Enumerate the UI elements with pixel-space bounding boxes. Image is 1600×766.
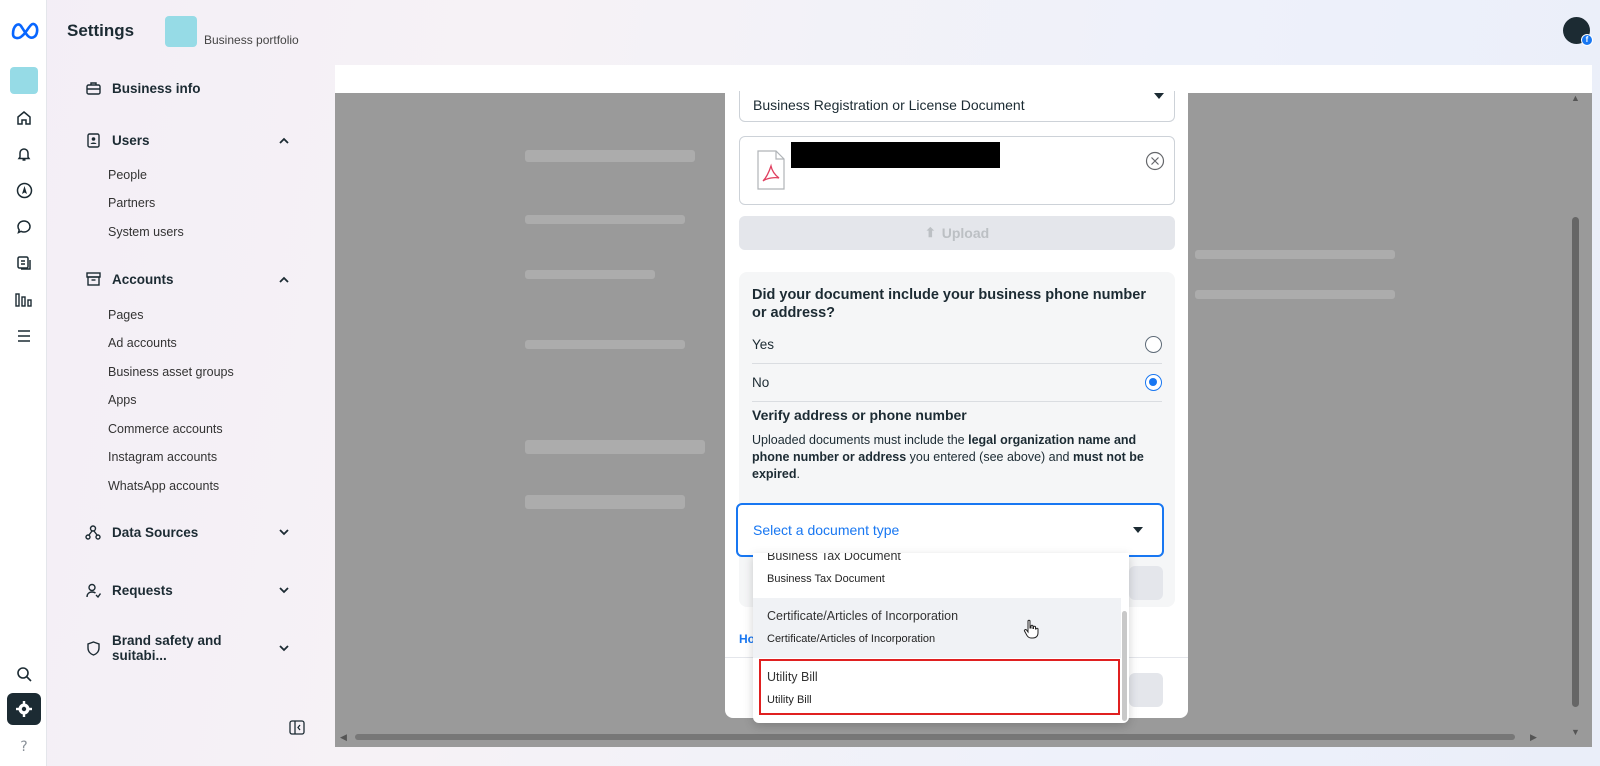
option-yes[interactable]: Yes [752, 326, 1162, 362]
chevron-up-icon [276, 271, 292, 287]
nav-accounts[interactable]: Accounts [80, 267, 308, 291]
background-content [525, 495, 685, 509]
scroll-down-icon[interactable]: ▼ [1571, 727, 1580, 737]
facebook-badge-icon: f [1581, 34, 1593, 46]
redacted-filename [791, 142, 1000, 168]
footer-submit-button[interactable] [1129, 673, 1163, 707]
insights-icon[interactable] [14, 290, 34, 310]
pages-icon[interactable] [14, 253, 34, 273]
divider [752, 401, 1162, 402]
shield-icon [84, 639, 102, 657]
chevron-up-icon [276, 132, 292, 148]
verify-heading: Verify address or phone number [752, 407, 967, 423]
portfolio-switcher[interactable] [10, 67, 38, 94]
bell-icon[interactable] [14, 144, 34, 164]
nav-partners[interactable]: Partners [108, 196, 155, 210]
left-rail: ? [0, 0, 47, 766]
hidden-next-button[interactable] [1129, 566, 1163, 600]
background-content [1195, 250, 1395, 259]
vertical-scrollbar[interactable]: ▲ ▼ [1570, 93, 1580, 737]
nav-pages[interactable]: Pages [108, 308, 143, 322]
background-content [525, 340, 685, 349]
person-request-icon [84, 581, 102, 599]
horizontal-scroll-thumb[interactable] [355, 734, 1515, 740]
chat-icon[interactable] [14, 217, 34, 237]
upload-icon: ⬆ [924, 225, 936, 240]
background-content [1195, 290, 1395, 299]
nav-people[interactable]: People [108, 168, 147, 182]
svg-text:?: ? [20, 739, 27, 754]
nav-business-asset-groups[interactable]: Business asset groups [108, 365, 234, 379]
background-content [525, 270, 655, 279]
nav-users[interactable]: Users [80, 128, 308, 152]
utility-bill-highlight [759, 659, 1120, 715]
nav-requests[interactable]: Requests [80, 578, 308, 602]
option-business-tax-document[interactable]: Business Tax Document Business Tax Docum… [753, 553, 1121, 591]
caret-down-icon [1133, 527, 1143, 533]
portfolio-avatar[interactable] [165, 16, 197, 47]
nav-brand-safety[interactable]: Brand safety and suitabi... [80, 633, 308, 663]
uploaded-file-card [739, 136, 1175, 205]
nav-data-sources[interactable]: Data Sources [80, 520, 308, 544]
option-certificate-articles[interactable]: Certificate/Articles of Incorporation Ce… [753, 598, 1121, 658]
archive-icon [84, 270, 102, 288]
nav-business-info[interactable]: Business info [80, 76, 308, 100]
chevron-down-icon [276, 640, 292, 656]
gear-icon [16, 701, 32, 717]
question-text: Did your document include your business … [752, 287, 1146, 321]
pdf-file-icon [757, 150, 785, 190]
home-icon[interactable] [14, 108, 34, 128]
radio-yes[interactable] [1145, 335, 1162, 353]
radio-no[interactable] [1145, 373, 1162, 391]
scroll-up-icon[interactable]: ▲ [1571, 93, 1580, 103]
navigation-icon[interactable] [14, 180, 34, 200]
nav-instagram-accounts[interactable]: Instagram accounts [108, 450, 217, 464]
content-topbar [335, 65, 1592, 93]
nav-system-users[interactable]: System users [108, 225, 184, 239]
data-sources-icon [84, 523, 102, 541]
nav-commerce-accounts[interactable]: Commerce accounts [108, 422, 223, 436]
nav-apps[interactable]: Apps [108, 393, 137, 407]
chevron-down-icon [276, 582, 292, 598]
dropdown-scrollbar[interactable] [1122, 611, 1127, 721]
document-type-dropdown[interactable]: Select a document type [736, 503, 1164, 557]
help-icon[interactable]: ? [14, 736, 34, 756]
profile-avatar[interactable]: f [1563, 17, 1593, 46]
scroll-right-icon[interactable]: ▶ [1530, 732, 1537, 743]
portfolio-label[interactable]: Business portfolio [204, 33, 299, 47]
id-badge-icon [84, 131, 102, 149]
page-title: Settings [67, 21, 135, 40]
caret-down-icon [1154, 93, 1164, 99]
nav-whatsapp-accounts[interactable]: WhatsApp accounts [108, 479, 219, 493]
vertical-scroll-thumb[interactable] [1572, 217, 1579, 707]
background-content [525, 150, 695, 162]
verify-description: Uploaded documents must include the lega… [752, 433, 1144, 481]
settings-button[interactable] [7, 693, 41, 725]
upload-button[interactable]: ⬆ Upload [739, 216, 1175, 250]
meta-logo-icon[interactable] [10, 18, 40, 42]
search-icon[interactable] [14, 664, 34, 684]
hand-cursor-icon [1023, 619, 1039, 639]
nav-ad-accounts[interactable]: Ad accounts [108, 336, 177, 350]
scroll-left-icon[interactable]: ◀ [340, 732, 347, 743]
background-content [525, 215, 685, 224]
background-content [525, 440, 705, 454]
chevron-down-icon [276, 524, 292, 540]
document-type-select[interactable]: Business Registration or License Documen… [739, 91, 1175, 122]
collapse-sidebar-icon[interactable] [289, 720, 305, 735]
briefcase-icon [84, 79, 102, 97]
menu-icon[interactable] [14, 326, 34, 346]
horizontal-scrollbar[interactable]: ◀ ▶ [340, 732, 1540, 742]
remove-file-icon[interactable] [1145, 151, 1165, 171]
option-no[interactable]: No [752, 364, 1162, 400]
